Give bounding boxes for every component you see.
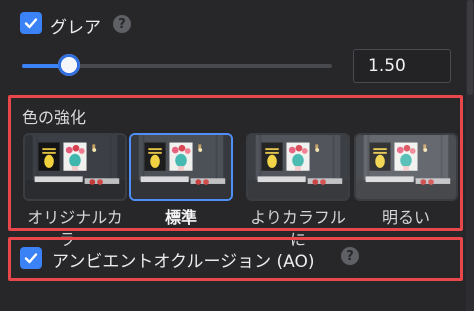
color-enhance-title: 色の強化 xyxy=(22,108,87,127)
room-preview-image xyxy=(356,135,456,199)
preset-thumbnail[interactable] xyxy=(23,133,127,201)
room-preview-image xyxy=(131,135,231,199)
ao-label: アンビエントオクルージョン (AO) xyxy=(52,252,315,272)
preset-thumbnail[interactable] xyxy=(354,133,458,201)
preset-option-3[interactable]: 明るい xyxy=(354,133,458,229)
glare-value-input[interactable]: 1.50 xyxy=(353,49,451,83)
glare-slider-thumb[interactable] xyxy=(57,54,80,76)
preset-thumbnail[interactable] xyxy=(129,133,233,201)
preset-option-2[interactable]: よりカラフルに xyxy=(246,133,350,251)
check-icon xyxy=(24,253,38,264)
preset-label: 明るい xyxy=(381,208,430,227)
preset-option-1[interactable]: 標準 xyxy=(129,133,233,229)
scrollbar[interactable] xyxy=(466,0,474,311)
check-icon xyxy=(24,18,38,29)
room-preview-image xyxy=(248,135,348,199)
ao-help-icon[interactable]: ? xyxy=(341,247,359,265)
preset-thumbnail[interactable] xyxy=(246,133,350,201)
glare-label: グレア xyxy=(50,18,101,38)
glare-checkbox[interactable] xyxy=(20,12,42,34)
preset-option-0[interactable]: オリジナルカラー xyxy=(23,133,127,251)
glare-help-icon[interactable]: ? xyxy=(113,15,131,33)
scrollbar-thumb[interactable] xyxy=(467,0,473,95)
room-preview-image xyxy=(25,135,125,199)
preset-label: 標準 xyxy=(164,208,197,227)
ao-checkbox[interactable] xyxy=(20,247,42,269)
render-settings-panel: グレア ? 1.50 色の強化 オリジナルカラー標準 よりカラフルに明るい アンビ… xyxy=(0,0,474,311)
